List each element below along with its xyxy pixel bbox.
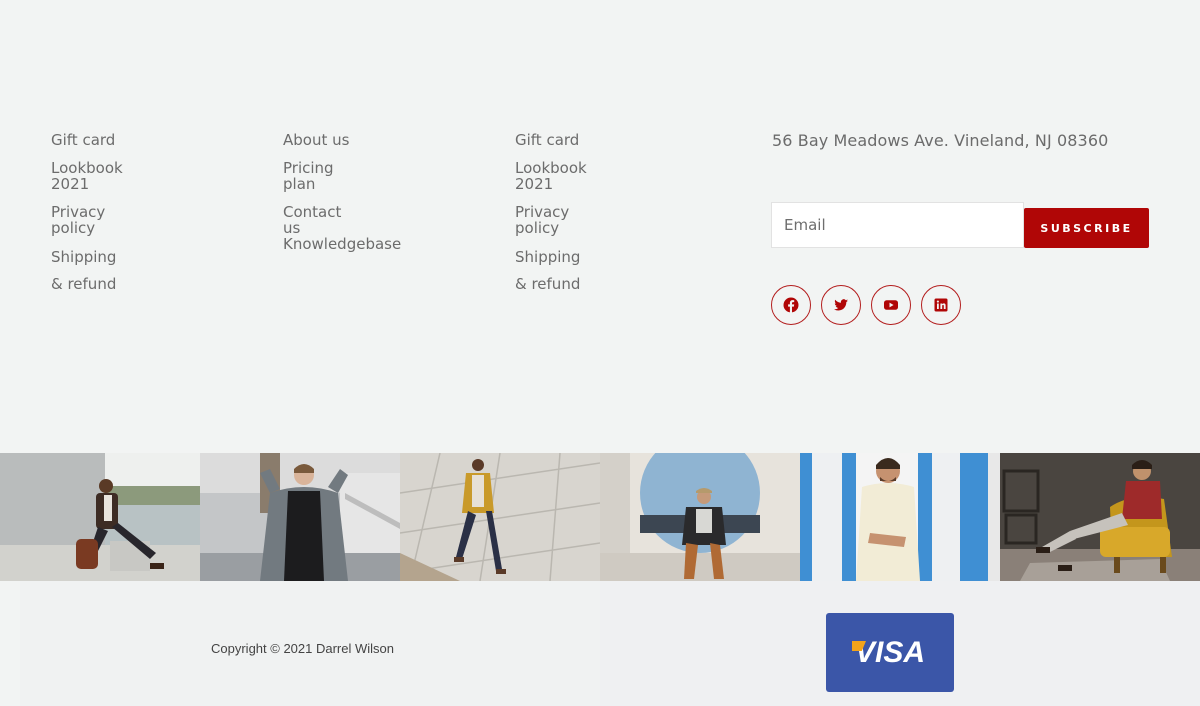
twitter-link[interactable] bbox=[821, 285, 861, 325]
photo-man-smiling-door bbox=[800, 453, 1000, 581]
footer-link-gift-card-2[interactable]: Gift card bbox=[515, 132, 595, 148]
footer-links-column-2: About us Pricing plan Contact us Knowled… bbox=[283, 132, 483, 264]
photo-man-sitting-window bbox=[600, 453, 800, 581]
photo-man-with-bag bbox=[0, 453, 200, 581]
footer-links-column-3: Gift card Lookbook 2021 Privacy policy S… bbox=[515, 132, 715, 310]
footer-link-knowledgebase[interactable]: Knowledgebase bbox=[283, 236, 413, 252]
footer-link-lookbook-2[interactable]: Lookbook 2021 bbox=[515, 160, 595, 192]
copyright-text: Copyright © 2021 Darrel Wilson bbox=[211, 641, 394, 656]
footer-link-privacy[interactable]: Privacy policy bbox=[51, 204, 131, 236]
footer-link-shipping[interactable]: Shipping & refund bbox=[51, 244, 131, 298]
linkedin-icon bbox=[934, 298, 948, 312]
gallery-photo-1[interactable] bbox=[0, 453, 200, 581]
gallery-photo-4[interactable] bbox=[600, 453, 800, 581]
photo-man-armchair bbox=[1000, 453, 1200, 581]
footer-address: 56 Bay Meadows Ave. Vineland, NJ 08360 bbox=[772, 131, 1109, 150]
social-links bbox=[771, 285, 961, 325]
footer-link-shipping-2[interactable]: Shipping & refund bbox=[515, 244, 595, 298]
footer-link-lookbook[interactable]: Lookbook 2021 bbox=[51, 160, 131, 192]
subscribe-button[interactable]: SUBSCRIBE bbox=[1024, 208, 1149, 248]
email-field[interactable] bbox=[771, 202, 1024, 248]
gallery-photo-5[interactable] bbox=[800, 453, 1000, 581]
footer-link-gift-card[interactable]: Gift card bbox=[51, 132, 131, 148]
twitter-icon bbox=[834, 299, 848, 311]
youtube-link[interactable] bbox=[871, 285, 911, 325]
footer-link-privacy-2[interactable]: Privacy policy bbox=[515, 204, 595, 236]
footer-link-pricing[interactable]: Pricing plan bbox=[283, 160, 363, 192]
visa-logo-text: VISA bbox=[854, 635, 926, 669]
footer-bottom: Copyright © 2021 Darrel Wilson bbox=[0, 581, 1200, 706]
footer-link-about[interactable]: About us bbox=[283, 132, 363, 148]
footer-link-contact[interactable]: Contact us bbox=[283, 204, 363, 236]
gallery-photo-2[interactable] bbox=[200, 453, 400, 581]
instagram-gallery bbox=[0, 453, 1200, 581]
photo-man-gray-jacket bbox=[200, 453, 400, 581]
footer-links-column-1: Gift card Lookbook 2021 Privacy policy S… bbox=[51, 132, 251, 310]
footer-bottom-left: Copyright © 2021 Darrel Wilson bbox=[20, 581, 600, 706]
photo-man-yellow-jacket bbox=[400, 453, 600, 581]
gallery-photo-3[interactable] bbox=[400, 453, 600, 581]
facebook-icon bbox=[783, 297, 799, 313]
facebook-link[interactable] bbox=[771, 285, 811, 325]
youtube-icon bbox=[884, 300, 898, 310]
linkedin-link[interactable] bbox=[921, 285, 961, 325]
visa-card-icon: VISA bbox=[826, 613, 954, 692]
gallery-photo-6[interactable] bbox=[1000, 453, 1200, 581]
